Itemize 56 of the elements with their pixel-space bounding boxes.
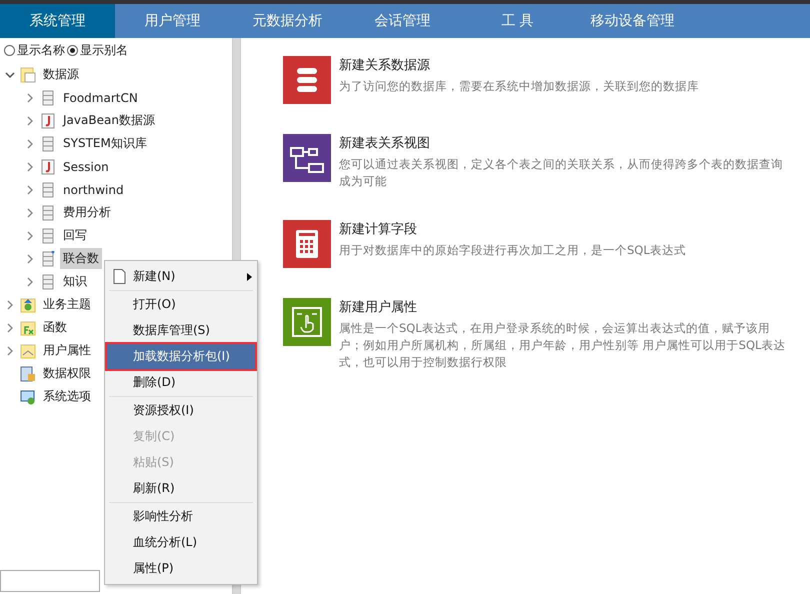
action-description: 您可以通过表关系视图，定义各个表之间的关联关系，从而使得跨多个表的数据查询成为可能 <box>339 156 784 190</box>
database-icon <box>40 90 56 106</box>
tree-item[interactable]: 知识 <box>60 271 90 292</box>
tree-item[interactable]: 业务主题 <box>40 294 94 315</box>
tree-item[interactable]: northwind <box>60 180 127 198</box>
function-icon <box>20 320 36 336</box>
database-icon <box>40 136 56 152</box>
tree-item[interactable]: FoodmartCN <box>60 88 141 106</box>
tree-item[interactable]: 联合数 <box>60 248 102 269</box>
input-field[interactable] <box>0 570 100 592</box>
tree-item[interactable]: 函数 <box>40 317 70 338</box>
nav-tab[interactable]: 会话管理 <box>345 4 460 38</box>
menu-item[interactable]: 资源授权(I) <box>107 398 255 423</box>
database-icon <box>40 182 56 198</box>
tree-item[interactable]: SYSTEM知识库 <box>60 133 150 154</box>
folder-icon <box>20 66 36 82</box>
tree-item[interactable]: 用户属性 <box>40 340 94 361</box>
tree-item[interactable]: 系统选项 <box>40 386 94 407</box>
menu-item[interactable]: 属性(P) <box>107 556 255 581</box>
nav-tab[interactable]: 元数据分析 <box>230 4 345 38</box>
action-description: 属性是一个SQL表达式，在用户登录系统的时候，会运算出表达式的值，赋予该用户；例如用户所属机构，所属组，用户年龄，用户性别等 用户属性可以用于SQL表达式，也可以用于控制数据行权限 <box>339 320 786 371</box>
radio-label: 显示别名 <box>80 42 128 59</box>
menu-item[interactable]: 血统分析(L) <box>107 530 255 555</box>
menu-item[interactable]: 打开(O) <box>107 292 255 317</box>
action-title[interactable]: 新建用户属性 <box>339 298 790 316</box>
menu-item[interactable]: 新建(N) <box>107 264 255 289</box>
menu-item[interactable]: 删除(D) <box>107 370 255 395</box>
nav-tab[interactable]: 用户管理 <box>115 4 230 38</box>
database-icon <box>40 204 56 220</box>
action-title[interactable]: 新建关系数据源 <box>339 56 699 74</box>
java-icon <box>40 158 56 174</box>
menu-item[interactable]: 影响性分析 <box>107 504 255 529</box>
nav-tab[interactable]: 工 具 <box>460 4 575 38</box>
nav-tab[interactable]: 系统管理 <box>0 4 115 38</box>
tree-item[interactable]: 数据源 <box>40 64 82 85</box>
radio-button[interactable] <box>67 45 78 56</box>
menu-item[interactable]: 数据库管理(S) <box>107 318 255 343</box>
radio-label: 显示名称 <box>17 42 65 59</box>
calc-icon[interactable] <box>283 220 331 268</box>
tree-item[interactable]: JavaBean数据源 <box>60 110 158 131</box>
tree-item[interactable]: 回写 <box>60 225 90 246</box>
java-icon <box>40 112 56 128</box>
action-title[interactable]: 新建表关系视图 <box>339 134 790 152</box>
action-description: 用于对数据库中的原始字段进行再次加工之用，是一个SQL表达式 <box>339 242 686 259</box>
database-icon <box>40 274 56 290</box>
radio-button[interactable] <box>4 45 15 56</box>
menu-item[interactable]: 刷新(R) <box>107 476 255 501</box>
menu-item[interactable]: 加载数据分析包(I) <box>107 344 255 369</box>
datasource-icon[interactable] <box>283 56 331 104</box>
action-title[interactable]: 新建计算字段 <box>339 220 686 238</box>
tree-item[interactable]: 费用分析 <box>60 202 114 223</box>
nav-tab[interactable]: 移动设备管理 <box>575 4 690 38</box>
tree-item[interactable]: Session <box>60 158 112 176</box>
database-icon <box>40 228 56 244</box>
tree-item[interactable]: 数据权限 <box>40 363 94 384</box>
action-description: 为了访问您的数据库，需要在系统中增加数据源，关联到您的数据库 <box>339 78 699 95</box>
